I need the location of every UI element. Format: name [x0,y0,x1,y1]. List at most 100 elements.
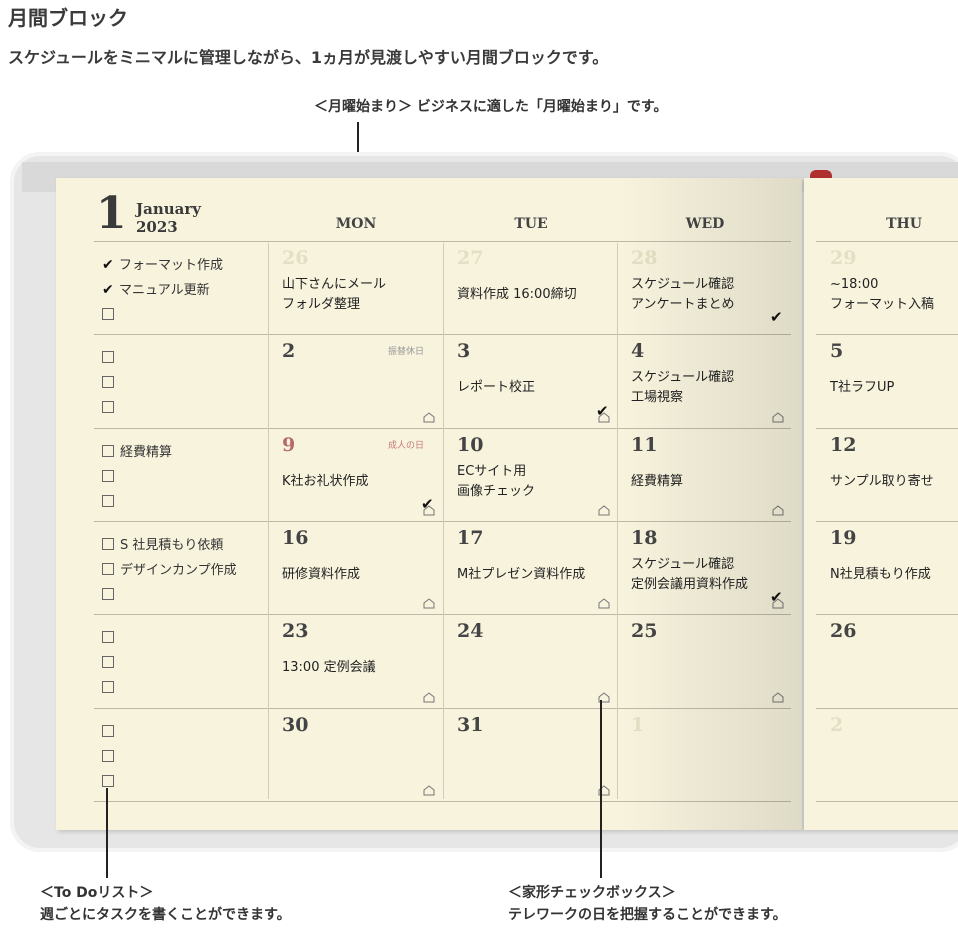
checkbox[interactable] [102,775,114,787]
schedule-note[interactable]: ECサイト用 画像チェック [457,462,535,502]
todo-item [102,346,120,371]
todo-item: S 社見積もり依頼 [102,533,237,558]
house-checkbox-icon[interactable] [772,408,784,423]
house-annotation: ＜家形チェックボックス＞ テレワークの日を把握することができます。 [508,882,787,926]
todo-item [102,626,120,651]
schedule-note-line: サンプル取り寄せ [830,474,934,489]
grid-row-line [816,334,958,335]
todo-label: デザインカンプ作成 [120,563,237,578]
grid-row-line [816,428,958,429]
day-number: 3 [457,340,471,362]
checkmark-icon[interactable]: ✔ [102,253,114,278]
house-checkbox-icon[interactable] [772,501,784,516]
todo-item [102,770,120,795]
checkbox[interactable] [102,470,114,482]
checkbox[interactable] [102,308,114,320]
section-description: スケジュールをミニマルに管理しながら、1ヵ月が見渡しやすい月間ブロックです。 [8,48,609,67]
day-number: 19 [830,527,857,549]
house-checkbox-icon[interactable] [423,594,435,609]
todo-annotation-text: 週ごとにタスクを書くことができます。 [40,907,291,923]
checkbox[interactable] [102,588,114,600]
house-checkbox-icon[interactable] [598,501,610,516]
todo-item [102,745,120,770]
checkbox[interactable] [102,401,114,413]
checkbox[interactable] [102,681,114,693]
schedule-note[interactable]: 資料作成 16:00締切 [457,285,577,305]
grid-row-line [94,241,791,242]
checkbox[interactable] [102,538,114,550]
todo-list [102,720,120,795]
schedule-note[interactable]: スケジュール確認 アンケートまとめ [631,275,734,315]
checkmark-icon: ✔ [596,402,609,420]
day-number: 10 [457,434,484,456]
schedule-note[interactable]: スケジュール確認 定例会議用資料作成 [631,555,748,595]
schedule-note-line: レポート校正 [457,380,536,395]
todo-item [102,371,120,396]
day-number: 28 [631,247,658,269]
grid-column-line [617,243,618,799]
checkbox[interactable] [102,725,114,737]
grid-row-line [816,801,958,802]
schedule-note[interactable]: T社ラフUP [830,378,894,398]
day-number: 11 [631,434,658,456]
house-checkbox-icon[interactable] [423,688,435,703]
house-checkbox-icon[interactable] [598,594,610,609]
schedule-note[interactable]: レポート校正 [457,378,535,398]
house-checkbox-icon[interactable] [598,688,610,703]
todo-label: S 社見積もり依頼 [120,538,224,553]
schedule-note[interactable]: 13:00 定例会議 [282,658,376,678]
schedule-note[interactable]: M社プレゼン資料作成 [457,565,585,585]
todo-list: S 社見積もり依頼 デザインカンプ作成 [102,533,237,608]
schedule-note[interactable]: スケジュール確認 工場視察 [631,368,734,408]
day-number: 23 [282,620,309,642]
grid-column-line [268,243,269,799]
todo-item: 経費精算 [102,440,172,465]
schedule-note[interactable]: K社お礼状作成 [282,472,369,492]
month-number: 1 [96,188,127,239]
house-checkbox-icon[interactable] [423,408,435,423]
grid-row-line [816,614,958,615]
schedule-note-line: フォーマット入稿 [830,297,935,312]
day-number: 31 [457,714,484,736]
checkbox[interactable] [102,376,114,388]
weekday-header: MON [335,216,377,232]
checkmark-icon[interactable]: ✔ [102,278,114,303]
checkbox[interactable] [102,656,114,668]
schedule-note[interactable]: 山下さんにメール フォルダ整理 [282,275,386,315]
checkbox[interactable] [102,563,114,575]
grid-column-line [443,243,444,799]
todo-item [102,396,120,421]
todo-leader-line [106,788,108,878]
checkbox[interactable] [102,631,114,643]
schedule-note-line: アンケートまとめ [631,297,735,312]
checkbox[interactable] [102,750,114,762]
weekday-header: WED [685,216,725,232]
schedule-note-line: フォルダ整理 [282,297,361,312]
checkbox[interactable] [102,495,114,507]
schedule-note[interactable]: N社見積もり作成 [830,565,931,585]
todo-item [102,676,120,701]
house-annotation-text: テレワークの日を把握することができます。 [508,907,787,923]
todo-label: マニュアル更新 [119,283,210,298]
todo-item [102,583,237,608]
todo-list [102,346,120,421]
checkbox[interactable] [102,445,114,457]
weekday-header: TUE [514,216,548,232]
schedule-note-line: 工場視察 [631,390,684,405]
checkbox[interactable] [102,351,114,363]
day-number: 26 [830,620,857,642]
schedule-note[interactable]: ~18:00 フォーマット入稿 [830,275,934,315]
holiday-label: 振替休日 [388,347,425,357]
house-checkbox-icon[interactable] [423,781,435,796]
todo-list: ✔ フォーマット作成 ✔ マニュアル更新 [102,253,223,328]
schedule-note-line: K社お礼状作成 [282,474,369,489]
day-number: 1 [631,714,645,736]
schedule-note[interactable]: サンプル取り寄せ [830,472,934,492]
todo-list [102,626,120,701]
day-number: 17 [457,527,484,549]
grid-row-line [94,801,791,802]
day-number: 5 [830,340,844,362]
house-checkbox-icon[interactable] [772,688,784,703]
schedule-note[interactable]: 研修資料作成 [282,565,360,585]
schedule-note[interactable]: 経費精算 [631,472,683,492]
